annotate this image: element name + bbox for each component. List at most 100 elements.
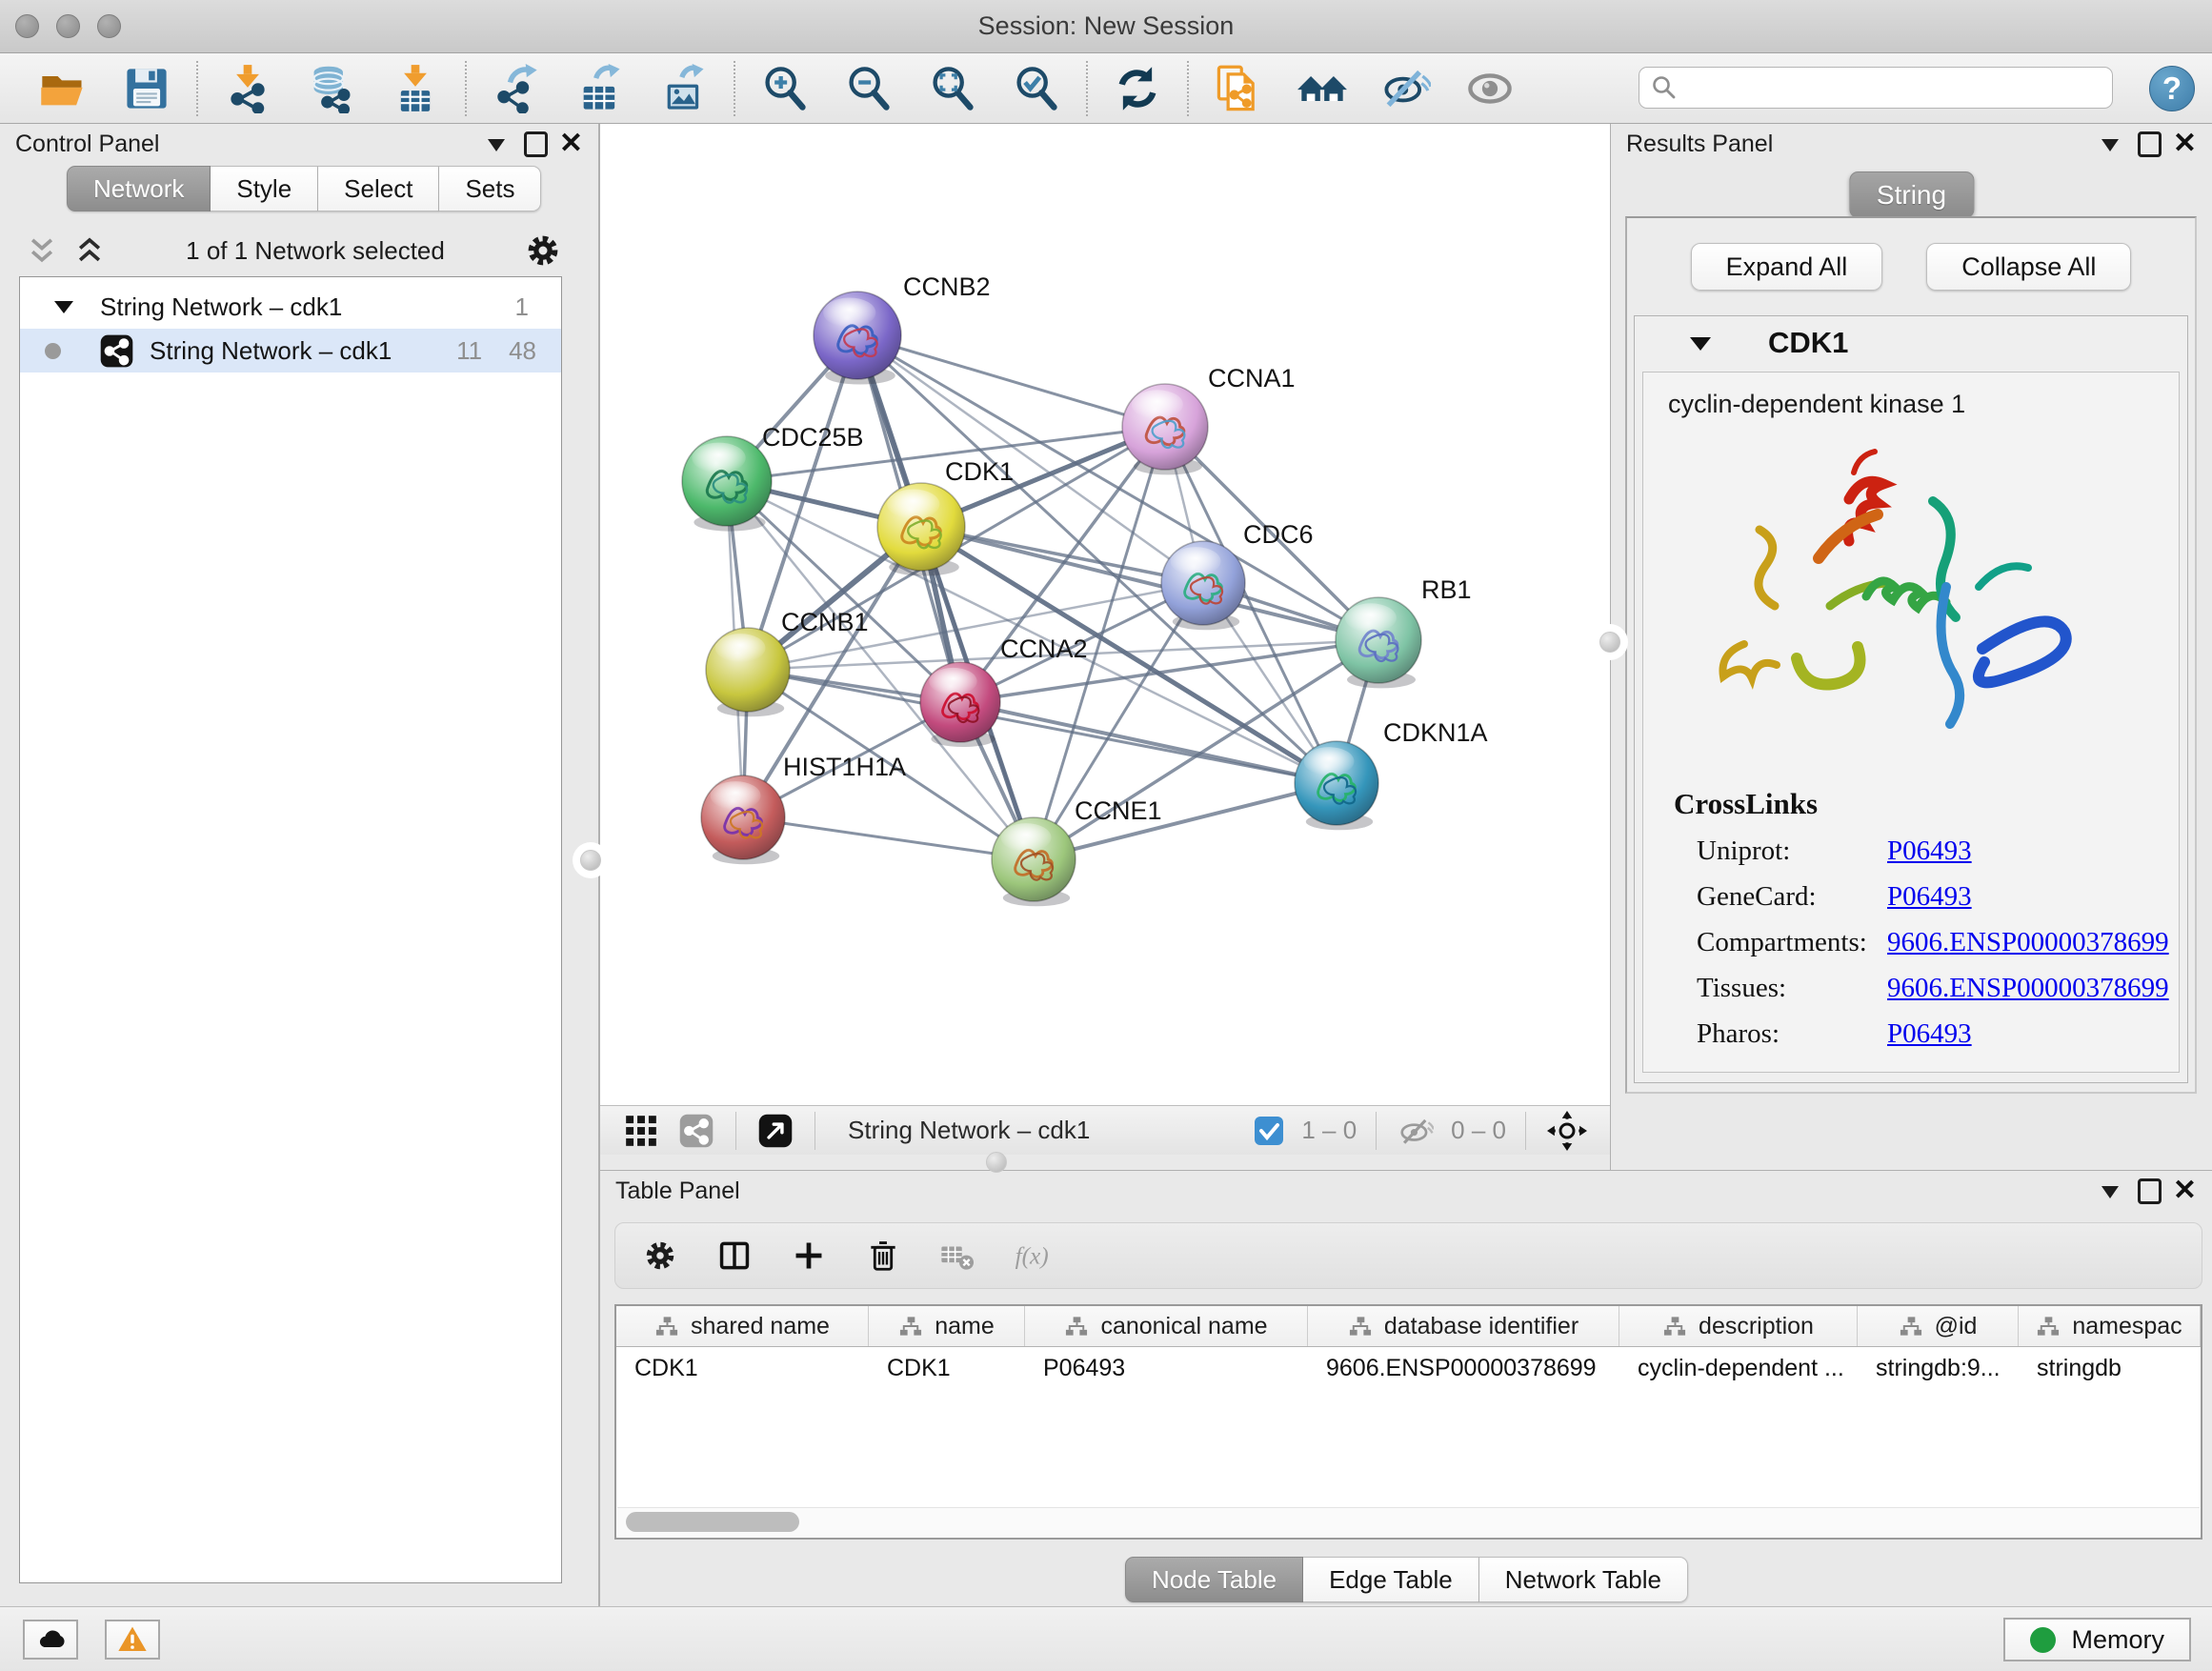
help-button[interactable]: ? — [2149, 66, 2195, 111]
grid-mode-icon[interactable] — [623, 1113, 659, 1149]
node-table[interactable]: shared namenamecanonical namedatabase id… — [614, 1304, 2202, 1540]
home-icon[interactable] — [1297, 64, 1347, 113]
table-row[interactable]: CDK1CDK1P064939606.ENSP00000378699cyclin… — [616, 1347, 2201, 1389]
table-horizontal-scrollbar[interactable] — [617, 1507, 2200, 1537]
tab-network[interactable]: Network — [67, 166, 211, 211]
tab-style[interactable]: Style — [211, 166, 318, 211]
crosslink-link[interactable]: P06493 — [1887, 836, 1972, 867]
warning-status-button[interactable] — [105, 1620, 160, 1660]
network-canvas[interactable]: CCNB2CCNA1CDC25BCDK1CDC6RB1CCNB1CCNA2CDK… — [600, 124, 1608, 1105]
open-session-icon[interactable] — [38, 64, 88, 113]
close-panel-icon[interactable]: ✕ — [559, 130, 583, 158]
horizontal-splitter-handle[interactable] — [986, 1152, 1007, 1173]
tab-network-table[interactable]: Network Table — [1479, 1557, 1688, 1602]
collapse-table-icon[interactable] — [2101, 1186, 2119, 1207]
zoom-out-icon[interactable] — [844, 64, 894, 113]
table-cell[interactable]: CDK1 — [616, 1347, 869, 1389]
table-options-icon[interactable] — [642, 1238, 678, 1274]
network-node-ccnb1[interactable]: CCNB1 — [706, 608, 869, 716]
crosslink-link[interactable]: P06493 — [1887, 1018, 1972, 1050]
open-in-window-icon[interactable] — [757, 1113, 794, 1149]
table-cell[interactable]: P06493 — [1025, 1347, 1308, 1389]
column-header-shared-name[interactable]: shared name — [616, 1306, 869, 1346]
network-row[interactable]: String Network – cdk1 11 48 — [20, 329, 561, 372]
column-header-canonical-name[interactable]: canonical name — [1025, 1306, 1308, 1346]
crosslink-link[interactable]: 9606.ENSP00000378699 — [1887, 973, 2169, 1004]
network-edge[interactable] — [857, 335, 1165, 427]
network-node-hist1h1a[interactable]: HIST1H1A — [701, 753, 906, 864]
selected-checkbox-icon[interactable] — [1254, 1116, 1284, 1146]
network-edge[interactable] — [743, 817, 1034, 859]
create-column-icon[interactable] — [791, 1238, 827, 1274]
show-columns-icon[interactable] — [716, 1238, 753, 1274]
float-panel-icon[interactable] — [524, 131, 548, 157]
export-network-icon[interactable] — [492, 64, 541, 113]
float-table-icon[interactable] — [2138, 1178, 2162, 1204]
crosslink-link[interactable]: 9606.ENSP00000378699 — [1887, 927, 2169, 958]
hide-selected-icon[interactable] — [1381, 64, 1431, 113]
refresh-icon[interactable] — [1113, 64, 1162, 113]
network-node-cdc6[interactable]: CDC6 — [1161, 520, 1314, 630]
search-box[interactable] — [1639, 67, 2113, 109]
maximize-window-button[interactable] — [97, 14, 121, 38]
tab-edge-table[interactable]: Edge Table — [1303, 1557, 1479, 1602]
left-splitter-handle[interactable] — [580, 850, 601, 871]
crosslink-link[interactable]: P06493 — [1887, 881, 1972, 913]
network-collection-row[interactable]: String Network – cdk1 1 — [20, 285, 561, 329]
memory-button[interactable]: Memory — [2003, 1618, 2191, 1661]
network-node-ccna1[interactable]: CCNA1 — [1122, 364, 1296, 474]
column-header-description[interactable]: description — [1619, 1306, 1858, 1346]
table-cell[interactable]: 9606.ENSP00000378699 — [1308, 1347, 1619, 1389]
network-view[interactable]: CCNB2CCNA1CDC25BCDK1CDC6RB1CCNB1CCNA2CDK… — [600, 124, 1610, 1155]
collapse-panel-icon[interactable] — [488, 139, 505, 160]
table-cell[interactable]: stringdb — [2019, 1347, 2201, 1389]
expand-all-button[interactable]: Expand All — [1691, 243, 1883, 291]
close-table-icon[interactable]: ✕ — [2173, 1177, 2197, 1205]
column-header-name[interactable]: name — [869, 1306, 1025, 1346]
minimize-window-button[interactable] — [56, 14, 80, 38]
table-cell[interactable]: stringdb:9... — [1858, 1347, 2019, 1389]
expand-all-networks-icon[interactable] — [27, 235, 57, 266]
float-results-icon[interactable] — [2138, 131, 2162, 157]
collapse-results-icon[interactable] — [2101, 139, 2119, 160]
tab-node-table[interactable]: Node Table — [1125, 1557, 1303, 1602]
equation-builder-icon[interactable]: f(x) — [1014, 1238, 1050, 1274]
right-splitter-handle[interactable] — [1599, 632, 1620, 653]
search-input[interactable] — [1687, 72, 2101, 104]
column-header-namespac[interactable]: namespac — [2019, 1306, 2201, 1346]
zoom-selected-icon[interactable] — [1012, 64, 1061, 113]
export-image-icon[interactable] — [659, 64, 709, 113]
zoom-in-icon[interactable] — [760, 64, 810, 113]
show-all-icon[interactable] — [1465, 64, 1515, 113]
network-node-cdkn1a[interactable]: CDKN1A — [1295, 718, 1488, 830]
import-table-icon[interactable] — [391, 64, 440, 113]
cloud-status-button[interactable] — [23, 1620, 78, 1660]
import-database-icon[interactable] — [307, 64, 356, 113]
network-node-cdc25b[interactable]: CDC25B — [682, 423, 864, 532]
share-mode-icon[interactable] — [678, 1113, 714, 1149]
export-table-icon[interactable] — [575, 64, 625, 113]
tab-sets[interactable]: Sets — [439, 166, 541, 211]
table-cell[interactable]: CDK1 — [869, 1347, 1025, 1389]
fit-selected-crosshair-icon[interactable] — [1547, 1111, 1587, 1151]
column-header-database-identifier[interactable]: database identifier — [1308, 1306, 1619, 1346]
network-edge[interactable] — [960, 702, 1337, 783]
network-options-gear-icon[interactable] — [526, 233, 560, 268]
tab-string[interactable]: String — [1849, 171, 1974, 218]
hidden-eye-slash-icon[interactable] — [1398, 1113, 1434, 1149]
collection-caret-icon[interactable] — [54, 301, 73, 323]
import-network-icon[interactable] — [223, 64, 272, 113]
node-result-header[interactable]: CDK1 — [1635, 316, 2187, 370]
delete-table-icon[interactable] — [939, 1238, 975, 1274]
clone-network-icon[interactable] — [1214, 64, 1263, 113]
tab-select[interactable]: Select — [318, 166, 439, 211]
save-session-icon[interactable] — [122, 64, 171, 113]
network-node-rb1[interactable]: RB1 — [1336, 575, 1472, 688]
collapse-all-button[interactable]: Collapse All — [1926, 243, 2131, 291]
scrollbar-thumb[interactable] — [626, 1512, 799, 1532]
node-result-caret-icon[interactable] — [1690, 337, 1711, 361]
close-window-button[interactable] — [15, 14, 39, 38]
delete-columns-icon[interactable] — [865, 1238, 901, 1274]
close-results-icon[interactable]: ✕ — [2173, 130, 2197, 158]
column-header--id[interactable]: @id — [1858, 1306, 2019, 1346]
